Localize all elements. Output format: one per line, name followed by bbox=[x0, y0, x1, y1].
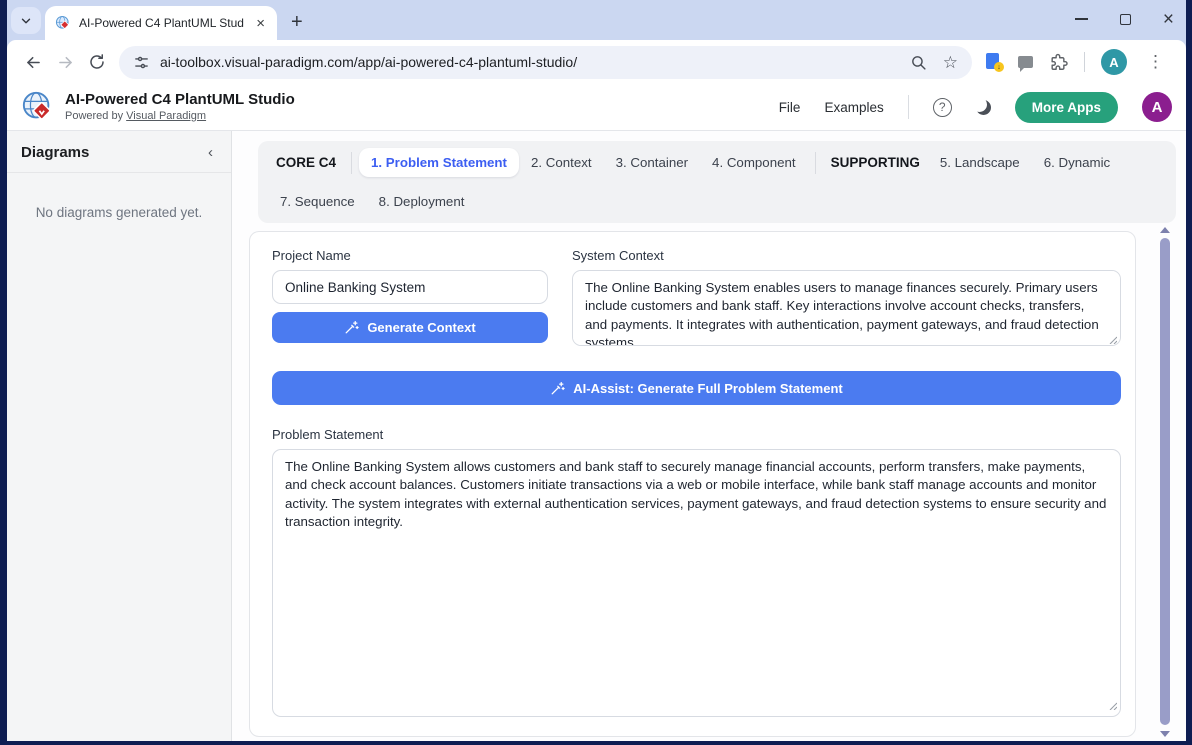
sidebar-header: Diagrams ‹ bbox=[21, 144, 217, 161]
browser-chrome: AI-Powered C4 PlantUML Studio × + × bbox=[7, 0, 1186, 741]
maximize-icon[interactable] bbox=[1120, 14, 1131, 25]
sidebar-divider bbox=[7, 172, 231, 173]
problem-statement-textarea[interactable]: The Online Banking System allows custome… bbox=[272, 449, 1121, 717]
extensions-puzzle-icon[interactable] bbox=[1049, 53, 1068, 72]
address-bar-icons: ☆ bbox=[910, 54, 958, 71]
toolbar-separator bbox=[1084, 52, 1085, 72]
browser-toolbar: ai-toolbox.visual-paradigm.com/app/ai-po… bbox=[7, 40, 1186, 84]
tab-container[interactable]: 3. Container bbox=[604, 148, 700, 177]
generate-context-button[interactable]: Generate Context bbox=[272, 312, 548, 343]
window-controls: × bbox=[1075, 0, 1174, 38]
sidebar-empty-message: No diagrams generated yet. bbox=[21, 205, 217, 220]
app-user-avatar[interactable]: A bbox=[1142, 92, 1172, 122]
file-menu[interactable]: File bbox=[779, 100, 801, 115]
zoom-icon[interactable] bbox=[910, 54, 927, 71]
app-title: AI-Powered C4 PlantUML Studio bbox=[65, 91, 295, 110]
tab-group-core-c4: CORE C4 bbox=[268, 148, 344, 177]
main-panel: CORE C4 1. Problem Statement 2. Context … bbox=[232, 131, 1186, 741]
app-header: AI-Powered C4 PlantUML Studio Powered by… bbox=[7, 84, 1186, 131]
system-context-label: System Context bbox=[572, 248, 1121, 263]
page-scrollbar[interactable] bbox=[1159, 227, 1171, 737]
tab-group-supporting: SUPPORTING bbox=[823, 148, 928, 177]
problem-statement-wrap: The Online Banking System allows custome… bbox=[272, 449, 1121, 717]
magic-wand-icon bbox=[344, 320, 359, 335]
problem-statement-panel: Project Name Generate Context bbox=[249, 231, 1136, 737]
more-apps-button[interactable]: More Apps bbox=[1015, 92, 1118, 123]
tab-deployment[interactable]: 8. Deployment bbox=[367, 187, 477, 216]
tabs-separator bbox=[815, 152, 816, 174]
refresh-button[interactable] bbox=[81, 46, 113, 78]
app-title-block: AI-Powered C4 PlantUML Studio Powered by… bbox=[65, 91, 295, 124]
project-name-label: Project Name bbox=[272, 248, 548, 263]
browser-tab-strip: AI-Powered C4 PlantUML Studio × + × bbox=[7, 0, 1186, 40]
tab-context[interactable]: 2. Context bbox=[519, 148, 604, 177]
tab-sequence[interactable]: 7. Sequence bbox=[268, 187, 367, 216]
powered-by: Powered by Visual Paradigm bbox=[65, 110, 295, 124]
system-context-wrap: The Online Banking System enables users … bbox=[572, 270, 1121, 351]
favicon-icon bbox=[55, 15, 71, 31]
back-icon bbox=[24, 53, 43, 72]
tabs-separator bbox=[351, 152, 352, 174]
top-form-row: Project Name Generate Context bbox=[272, 248, 1121, 351]
tab-title: AI-Powered C4 PlantUML Studio bbox=[79, 16, 244, 30]
generate-context-label: Generate Context bbox=[367, 320, 475, 335]
browser-window: AI-Powered C4 PlantUML Studio × + × bbox=[0, 0, 1192, 745]
browser-menu-icon[interactable]: ⋮ bbox=[1143, 52, 1168, 72]
header-separator bbox=[908, 95, 909, 119]
view-tabs-bar: CORE C4 1. Problem Statement 2. Context … bbox=[258, 141, 1176, 223]
magic-wand-icon bbox=[550, 381, 565, 396]
ai-assist-button[interactable]: AI-Assist: Generate Full Problem Stateme… bbox=[272, 371, 1121, 405]
tab-component[interactable]: 4. Component bbox=[700, 148, 808, 177]
address-bar[interactable]: ai-toolbox.visual-paradigm.com/app/ai-po… bbox=[119, 46, 972, 79]
window-close-icon[interactable]: × bbox=[1163, 10, 1174, 29]
tab-search-button[interactable] bbox=[11, 7, 41, 34]
project-name-input[interactable] bbox=[272, 270, 548, 304]
tab-close-icon[interactable]: × bbox=[252, 14, 269, 33]
minimize-icon[interactable] bbox=[1075, 18, 1088, 20]
scrollbar-down-icon[interactable] bbox=[1160, 731, 1170, 737]
forward-button[interactable] bbox=[49, 46, 81, 78]
dark-mode-moon-icon[interactable] bbox=[976, 100, 991, 115]
url-text[interactable]: ai-toolbox.visual-paradigm.com/app/ai-po… bbox=[160, 54, 900, 70]
visual-paradigm-link[interactable]: Visual Paradigm bbox=[126, 110, 206, 122]
tab-problem-statement[interactable]: 1. Problem Statement bbox=[359, 148, 519, 177]
examples-menu[interactable]: Examples bbox=[824, 100, 883, 115]
docs-offline-extension-icon[interactable]: ↓ bbox=[986, 53, 1002, 71]
scrollbar-up-icon[interactable] bbox=[1160, 227, 1170, 233]
chat-extension-icon[interactable] bbox=[1018, 56, 1033, 68]
scrollbar-thumb[interactable] bbox=[1160, 238, 1170, 725]
system-context-column: System Context The Online Banking System… bbox=[572, 248, 1121, 351]
problem-statement-label: Problem Statement bbox=[272, 427, 1121, 442]
help-icon[interactable]: ? bbox=[933, 98, 952, 117]
content-area: Diagrams ‹ No diagrams generated yet. CO… bbox=[7, 131, 1186, 741]
browser-profile-avatar[interactable]: A bbox=[1101, 49, 1127, 75]
back-button[interactable] bbox=[17, 46, 49, 78]
site-settings-icon bbox=[133, 54, 150, 71]
chevron-down-icon bbox=[19, 14, 33, 28]
ai-assist-label: AI-Assist: Generate Full Problem Stateme… bbox=[573, 381, 842, 396]
sidebar-collapse-icon[interactable]: ‹ bbox=[204, 144, 217, 161]
app-header-right: File Examples ? More Apps A bbox=[779, 92, 1172, 123]
app-logo-icon bbox=[21, 90, 55, 124]
powered-by-prefix: Powered by bbox=[65, 110, 123, 122]
new-tab-button[interactable]: + bbox=[291, 12, 303, 32]
browser-tab[interactable]: AI-Powered C4 PlantUML Studio × bbox=[45, 6, 277, 40]
bookmark-star-icon[interactable]: ☆ bbox=[943, 54, 958, 71]
tab-dynamic[interactable]: 6. Dynamic bbox=[1032, 148, 1123, 177]
forward-icon bbox=[56, 53, 75, 72]
project-name-column: Project Name Generate Context bbox=[272, 248, 548, 351]
diagrams-sidebar: Diagrams ‹ No diagrams generated yet. bbox=[7, 131, 232, 741]
sidebar-title: Diagrams bbox=[21, 144, 89, 161]
refresh-icon bbox=[88, 53, 106, 71]
system-context-textarea[interactable]: The Online Banking System enables users … bbox=[572, 270, 1121, 346]
tab-landscape[interactable]: 5. Landscape bbox=[928, 148, 1032, 177]
extensions-cluster: ↓ A ⋮ bbox=[980, 49, 1174, 75]
